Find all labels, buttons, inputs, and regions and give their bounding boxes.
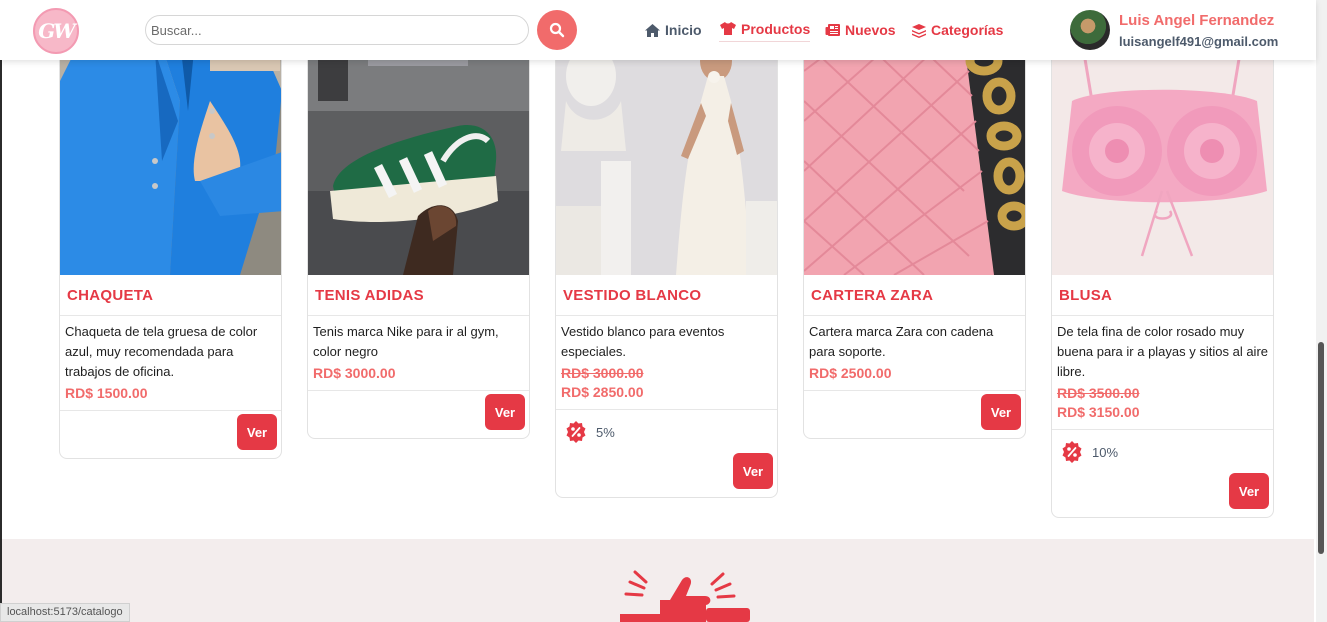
view-product-button[interactable]: Ver: [1229, 473, 1269, 509]
product-card: CHAQUETA Chaqueta de tela gruesa de colo…: [59, 40, 282, 459]
card-footer: Ver: [804, 391, 1025, 438]
product-card: CARTERA ZARA Cartera marca Zara con cade…: [803, 40, 1026, 439]
user-name[interactable]: Luis Angel Fernandez: [1119, 12, 1274, 29]
view-product-button[interactable]: Ver: [485, 394, 525, 430]
layers-icon: [912, 23, 926, 38]
product-info: Vestido blanco para eventos especiales. …: [556, 316, 777, 410]
nav-nuevos[interactable]: Nuevos: [825, 18, 896, 42]
view-product-button[interactable]: Ver: [237, 414, 277, 450]
card-footer: Ver: [308, 391, 529, 438]
product-image: [308, 41, 529, 275]
card-footer: Ver: [60, 411, 281, 458]
product-price: RD$ 3000.00: [313, 365, 396, 381]
product-price: RD$ 3150.00: [1057, 404, 1140, 420]
view-product-button[interactable]: Ver: [733, 453, 773, 489]
brand-logo[interactable]: GW: [33, 8, 79, 54]
view-product-button[interactable]: Ver: [981, 394, 1021, 430]
product-description: Cartera marca Zara con cadena para sopor…: [809, 324, 994, 359]
product-price: RD$ 2500.00: [809, 365, 892, 381]
product-title[interactable]: CHAQUETA: [60, 275, 281, 316]
product-card: TENIS ADIDAS Tenis marca Nike para ir al…: [307, 40, 530, 439]
product-image: [556, 41, 777, 275]
product-description: Chaqueta de tela gruesa de color azul, m…: [65, 324, 258, 379]
user-email: luisangelf491@gmail.com: [1119, 34, 1279, 49]
thumbs-up-icon: [620, 570, 750, 622]
product-title[interactable]: TENIS ADIDAS: [308, 275, 529, 316]
search-input[interactable]: [145, 15, 529, 45]
home-icon: [645, 23, 660, 37]
product-old-price: RD$ 3000.00: [561, 365, 644, 381]
search-button[interactable]: [537, 10, 577, 50]
card-footer: Ver: [556, 444, 777, 497]
top-navbar: GW Inicio Productos Nuevos: [0, 0, 1316, 60]
product-info: Chaqueta de tela gruesa de color azul, m…: [60, 316, 281, 411]
discount-info: 5%: [556, 410, 777, 444]
user-avatar[interactable]: [1070, 10, 1110, 50]
card-footer: Ver: [1052, 464, 1273, 517]
product-title[interactable]: CARTERA ZARA: [804, 275, 1025, 316]
search-icon: [549, 22, 565, 38]
discount-badge-icon: [1062, 441, 1082, 463]
product-price: RD$ 2850.00: [561, 384, 644, 400]
product-description: De tela fina de color rosado muy buena p…: [1057, 324, 1269, 379]
discount-percent: 5%: [596, 424, 615, 440]
shirt-icon: [720, 22, 736, 35]
product-card: BLUSA De tela fina de color rosado muy b…: [1051, 40, 1274, 518]
discount-badge-icon: [566, 421, 586, 443]
product-image: [60, 41, 281, 275]
product-old-price: RD$ 3500.00: [1057, 385, 1140, 401]
nav-productos[interactable]: Productos: [719, 18, 811, 42]
product-image: [804, 41, 1025, 275]
product-description: Vestido blanco para eventos especiales.: [561, 324, 725, 359]
window-edge: [0, 0, 2, 622]
newspaper-icon: [825, 24, 840, 36]
product-title[interactable]: VESTIDO BLANCO: [556, 275, 777, 316]
nav-categorias[interactable]: Categorías: [911, 18, 1003, 42]
discount-percent: 10%: [1092, 444, 1119, 460]
product-info: Cartera marca Zara con cadena para sopor…: [804, 316, 1025, 391]
status-bar-url: localhost:5173/catalogo: [0, 603, 130, 622]
scrollbar-thumb[interactable]: [1318, 342, 1324, 554]
discount-info: 10%: [1052, 430, 1273, 464]
product-image: [1052, 41, 1273, 275]
product-info: Tenis marca Nike para ir al gym, color n…: [308, 316, 529, 391]
product-price: RD$ 1500.00: [65, 385, 148, 401]
product-description: Tenis marca Nike para ir al gym, color n…: [313, 324, 499, 359]
nav-inicio[interactable]: Inicio: [644, 18, 702, 42]
product-card: VESTIDO BLANCO Vestido blanco para event…: [555, 40, 778, 498]
product-title[interactable]: BLUSA: [1052, 275, 1273, 316]
product-info: De tela fina de color rosado muy buena p…: [1052, 316, 1273, 430]
